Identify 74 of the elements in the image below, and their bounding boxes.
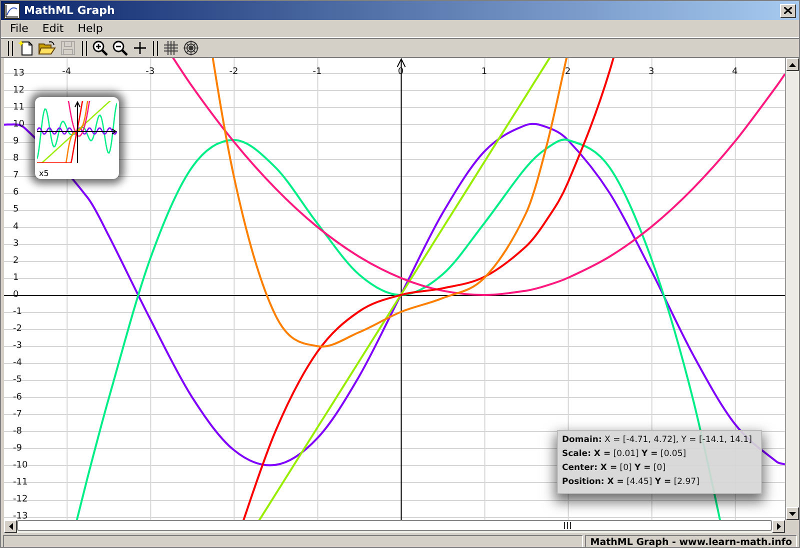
zoom-in-icon [92,40,108,56]
polar-grid-icon [183,40,199,56]
info-line: Position: X = [4.45] Y = [2.97] [562,476,700,489]
grid-icon [163,40,179,56]
zoom-label: x5 [39,169,49,178]
tick-label: -11 [13,478,28,488]
scroll-left-button[interactable] [4,520,17,533]
tick-label: -3 [13,341,22,352]
menu-item[interactable]: Edit [35,22,71,35]
scroll-right-button[interactable] [772,520,785,533]
tick-label: -7 [13,409,22,420]
menu-item[interactable]: File [3,22,36,35]
tick-label: -8 [13,426,22,436]
tick-label: 2 [13,256,19,266]
tick-label: -4 [13,358,22,368]
tick-label: -12 [13,494,28,505]
tick-label: 5 [13,204,19,215]
right-arrow-icon [776,523,780,530]
menu-item[interactable]: Help [70,22,110,35]
up-arrow-icon [789,62,796,66]
tick-label: 6 [13,188,19,198]
tick-label: -2 [229,67,238,77]
graph-canvas[interactable] [4,58,785,520]
window-title: MathML Graph [24,4,116,17]
down-arrow-icon [789,512,796,516]
tick-label: 4 [13,222,19,232]
tick-label: -3 [146,67,155,77]
tick-label: 13 [13,68,24,78]
open-button[interactable] [37,40,57,56]
zoom-out-icon [112,40,128,56]
tick-label: -6 [13,392,22,402]
info-line: Scale: X = [0.01] Y = [0.05] [562,448,688,461]
tick-label: 4 [732,67,738,77]
page-icon [18,40,34,56]
tick-label: -5 [13,375,22,386]
tick-label: 3 [648,67,654,77]
tick-label: 1 [13,272,19,283]
tick-label: 8 [13,154,19,164]
tick-label: 3 [13,238,19,249]
tick-label: -1 [312,67,322,77]
horizontal-scrollbar[interactable] [4,520,785,533]
info-line: Domain: X = [-4.71, 4.72], Y = [-14.1, 14.1] [562,434,753,447]
crosshair-button[interactable] [131,40,148,56]
folder-icon [38,40,56,56]
grid-button[interactable] [162,40,180,56]
tick-label: -4 [62,67,72,77]
zoom-in-button[interactable] [91,40,109,56]
crosshair-icon [132,41,146,55]
grip-icon [564,522,571,529]
status-text: MathML Graph - www.learn-math.info [585,535,797,547]
close-button[interactable] [780,4,796,18]
scroll-thumb[interactable] [17,520,772,531]
tick-label: 9 [13,136,19,147]
scroll-down-button[interactable] [786,507,799,520]
tick-label: 11 [13,102,24,112]
info-line: Center: X = [0] Y = [0] [562,462,667,475]
tick-label: 7 [13,170,19,181]
tick-label: -1 [13,307,22,318]
graph-icon [4,2,20,18]
tick-label: 2 [564,67,571,77]
tick-label: -2 [13,324,22,334]
thumbnail-card[interactable]: x5 [35,97,119,179]
tick-label: 1 [481,67,488,77]
zoom-out-button[interactable] [111,40,129,56]
tick-label: 12 [13,85,24,96]
tick-label: -10 [13,460,28,470]
scroll-up-button[interactable] [786,58,799,71]
close-icon [784,7,792,14]
new-button[interactable] [17,40,35,56]
tick-label: -13 [13,512,28,520]
polar-grid-button[interactable] [182,40,200,56]
left-arrow-icon [8,523,12,530]
tick-label: -9 [13,443,22,454]
vertical-scrollbar[interactable] [785,58,799,520]
